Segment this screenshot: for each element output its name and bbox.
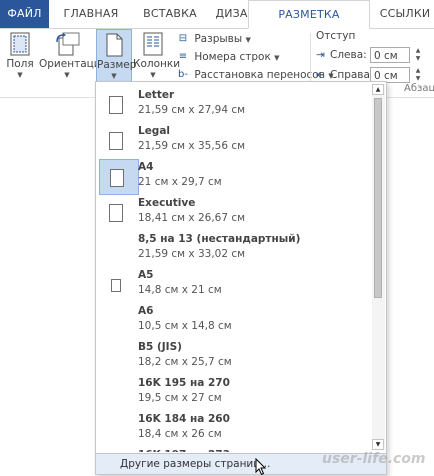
page-size-name: A5 <box>138 269 154 281</box>
page-size-list: Letter 21,59 см x 27,94 см Legal 21,59 см x… <box>96 82 371 452</box>
chevron-down-icon: ▼ <box>64 71 70 79</box>
page-size-icon <box>104 33 124 60</box>
watermark: user-life.com <box>322 451 426 467</box>
page-portrait-icon <box>109 96 123 114</box>
chevron-down-icon: ▼ <box>274 54 280 62</box>
indent-title: Отступ <box>316 30 356 42</box>
page-size-thumbnail <box>99 447 139 452</box>
indent-left-icon: ⇥ <box>316 49 325 61</box>
page-size-dimensions: 18,2 см x 25,7 см <box>138 356 232 368</box>
line-numbers-icon: ≡ <box>178 51 188 62</box>
page-size-thumbnail <box>99 123 139 159</box>
tab-references[interactable]: ССЫЛКИ <box>376 0 434 28</box>
page-size-name: Executive <box>138 197 196 209</box>
page-size-thumbnail <box>99 303 139 339</box>
page-size-name: 16K 184 на 260 <box>138 413 230 425</box>
page-size-thumbnail <box>99 195 139 231</box>
page-size-item[interactable]: A6 10,5 см x 14,8 см <box>96 301 371 341</box>
page-portrait-icon <box>109 204 123 222</box>
page-size-item[interactable]: B5 (JIS) 18,2 см x 25,7 см <box>96 337 371 377</box>
page-size-thumbnail <box>99 339 139 375</box>
tab-file[interactable]: ФАЙЛ <box>0 0 49 28</box>
page-size-thumbnail <box>99 267 139 303</box>
scrollbar-thumb[interactable] <box>374 98 382 298</box>
orientation-button[interactable]: Ориентация ▼ <box>39 29 107 93</box>
page-size-item[interactable]: Letter 21,59 см x 27,94 см <box>96 85 371 125</box>
page-size-name: A4 <box>138 161 154 173</box>
paragraph-group-label: Абзац <box>404 83 434 94</box>
chevron-down-icon: ▼ <box>150 71 156 79</box>
breaks-icon: ⊟ <box>178 33 188 44</box>
indent-right-spinner[interactable]: ▲ ▼ <box>412 67 424 83</box>
size-label: Размер <box>97 59 137 71</box>
page-size-dimensions: 10,5 см x 14,8 см <box>138 320 232 332</box>
breaks-label: Разрывы <box>194 33 243 45</box>
page-size-dimensions: 19,5 см x 27 см <box>138 392 222 404</box>
page-size-name: A6 <box>138 305 154 317</box>
indent-left-input[interactable]: 0 см <box>370 47 410 63</box>
page-size-dimensions: 14,8 см x 21 см <box>138 284 222 296</box>
page-size-name: 16K 195 на 270 <box>138 377 230 389</box>
page-size-item[interactable]: Legal 21,59 см x 35,56 см <box>96 121 371 161</box>
page-size-thumbnail <box>99 87 139 123</box>
line-numbers-label: Номера строк <box>194 51 271 63</box>
page-size-thumbnail <box>99 411 139 447</box>
more-page-sizes-label: Другие размеры страниц... <box>120 458 271 470</box>
page-size-name: B5 (JIS) <box>138 341 182 353</box>
chevron-down-icon: ▼ <box>17 71 23 79</box>
page-size-menu: Letter 21,59 см x 27,94 см Legal 21,59 см x… <box>95 81 387 475</box>
page-size-dimensions: 21 см x 29,7 см <box>138 176 222 188</box>
orientation-label: Ориентация <box>39 58 107 70</box>
columns-icon <box>143 32 163 59</box>
margins-icon <box>10 32 30 59</box>
page-size-thumbnail <box>99 375 139 411</box>
scrollbar[interactable]: ▲ ▼ <box>372 84 385 450</box>
columns-label: Колонки <box>133 58 181 70</box>
margins-label: Поля <box>6 58 34 70</box>
page-size-item[interactable]: 16K 184 на 260 18,4 см x 26 см <box>96 409 371 449</box>
page-size-name: 8,5 на 13 (нестандартный) <box>138 233 301 245</box>
page-size-item[interactable]: 16K 195 на 270 19,5 см x 27 см <box>96 373 371 413</box>
page-size-item[interactable]: A5 14,8 см x 21 см <box>96 265 371 305</box>
hyphenation-label: Расстановка переносов <box>194 69 325 81</box>
page-size-thumbnail <box>99 159 139 195</box>
page-size-item[interactable]: 8,5 на 13 (нестандартный) 21,59 см x 33,0… <box>96 229 371 269</box>
tab-page-layout[interactable]: РАЗМЕТКА СТРАНИЦЫ <box>248 0 370 49</box>
margins-button[interactable]: Поля ▼ <box>2 29 38 93</box>
mouse-cursor-icon <box>255 458 267 476</box>
tab-home[interactable]: ГЛАВНАЯ <box>52 0 130 28</box>
page-size-name: Legal <box>138 125 171 137</box>
orientation-icon <box>54 32 80 59</box>
page-size-dimensions: 18,41 см x 26,67 см <box>138 212 246 224</box>
line-numbers-button[interactable]: ≡ Номера строк ▼ <box>175 48 280 66</box>
breaks-button[interactable]: ⊟ Разрывы ▼ <box>175 30 251 48</box>
chevron-down-icon: ▼ <box>111 72 117 80</box>
page-size-dimensions: 18,4 см x 26 см <box>138 428 222 440</box>
page-portrait-icon <box>109 132 123 150</box>
scroll-up-arrow[interactable]: ▲ <box>372 84 384 95</box>
ribbon-tabs: ФАЙЛ ГЛАВНАЯ ВСТАВКА ДИЗАЙН РАЗМЕТКА СТР… <box>0 0 434 49</box>
page-size-dimensions: 21,59 см x 33,02 см <box>138 248 246 260</box>
page-size-dimensions: 21,59 см x 27,94 см <box>138 104 246 116</box>
page-size-dimensions: 21,59 см x 35,56 см <box>138 140 246 152</box>
page-size-item[interactable]: A4 21 см x 29,7 см <box>96 157 371 197</box>
page-size-name: Letter <box>138 89 175 101</box>
indent-left-spinner[interactable]: ▲ ▼ <box>412 47 424 63</box>
page-small-icon <box>111 278 121 292</box>
page-size-name: 16K 197 на 273 <box>138 449 230 452</box>
scroll-down-arrow[interactable]: ▼ <box>372 439 384 450</box>
page-portrait-icon <box>110 169 124 187</box>
page-size-thumbnail <box>99 231 139 267</box>
page-size-item[interactable]: Executive 18,41 см x 26,67 см <box>96 193 371 233</box>
tab-insert[interactable]: ВСТАВКА <box>133 0 207 28</box>
chevron-down-icon: ▼ <box>245 36 251 44</box>
